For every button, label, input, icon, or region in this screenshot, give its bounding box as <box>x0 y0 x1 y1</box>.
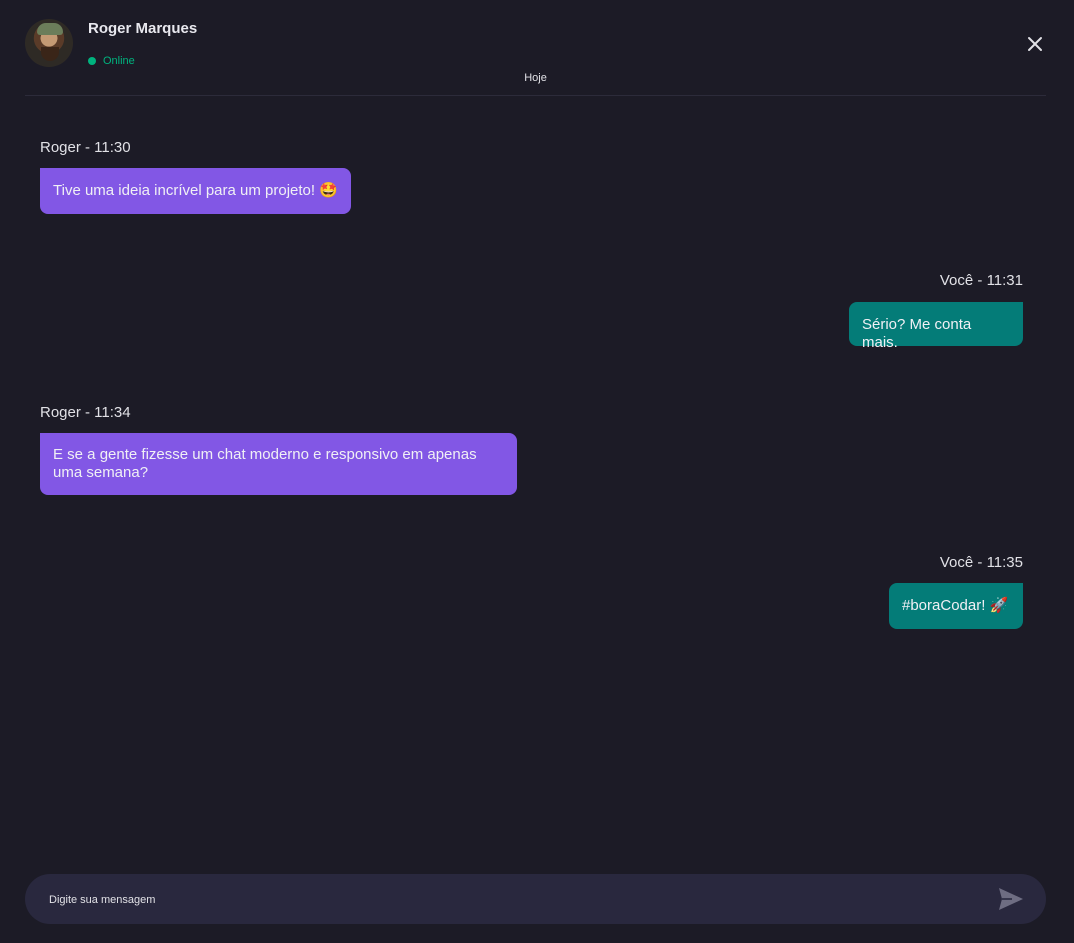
close-button[interactable] <box>1024 33 1046 55</box>
message-composer <box>25 874 1046 926</box>
contact-name: Roger Marques <box>88 20 198 37</box>
status-label: Online <box>103 55 135 67</box>
message-meta: Você - 11:31 <box>939 272 1023 289</box>
message-bubble-incoming: E se a gente fizesse um chat moderno e r… <box>40 433 517 495</box>
close-icon <box>1028 37 1042 51</box>
date-divider: Hoje <box>524 72 547 84</box>
message-bubble-outgoing: Sério? Me conta mais. <box>849 302 1023 351</box>
message-meta: Você - 11:35 <box>939 554 1023 571</box>
message-bubble-incoming: Tive uma ideia incrível para um projeto!… <box>40 168 351 214</box>
avatar[interactable] <box>25 19 73 67</box>
message-meta: Roger - 11:30 <box>40 139 131 156</box>
chat-header: Roger Marques Online Hoje <box>25 0 1046 96</box>
status-indicator: Online <box>88 55 135 67</box>
send-button[interactable] <box>998 887 1024 911</box>
online-dot-icon <box>88 57 96 65</box>
message-bubble-outgoing: #boraCodar! 🚀 <box>889 583 1023 629</box>
avatar-beard <box>41 47 59 61</box>
avatar-cap <box>37 23 63 35</box>
message-meta: Roger - 11:34 <box>40 404 131 421</box>
message-input[interactable] <box>47 874 981 926</box>
send-icon <box>999 888 1023 910</box>
chat-window: Roger Marques Online Hoje Roger - 11:30 … <box>0 0 1074 943</box>
